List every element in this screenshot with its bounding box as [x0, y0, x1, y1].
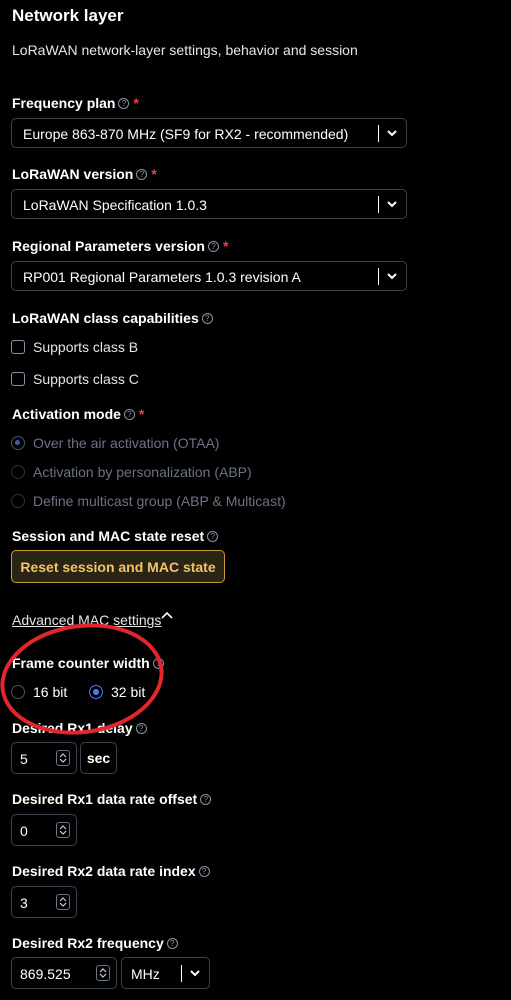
class-capabilities-label: LoRaWAN class capabilities ? [12, 310, 213, 326]
select-separator [378, 125, 379, 142]
help-icon[interactable]: ? [118, 97, 130, 109]
session-reset-label: Session and MAC state reset ? [12, 528, 219, 544]
lorawan-version-label-text: LoRaWAN version [12, 166, 134, 182]
rx2-frequency-value: 869.525 [20, 966, 71, 982]
activation-multicast-label: Define multicast group (ABP & Multicast) [33, 493, 286, 509]
chevron-up-icon[interactable] [160, 610, 174, 620]
help-icon[interactable]: ? [135, 722, 147, 734]
help-icon[interactable]: ? [198, 865, 210, 877]
rx1-delay-input[interactable]: 5 [11, 742, 77, 774]
rx1-dr-offset-input[interactable]: 0 [11, 814, 77, 846]
rx2-dr-index-value: 3 [20, 895, 28, 911]
help-icon[interactable]: ? [136, 168, 148, 180]
page-subtitle: LoRaWAN network-layer settings, behavior… [12, 42, 358, 58]
chevron-down-icon[interactable] [189, 967, 201, 979]
activation-mode-label-text: Activation mode [12, 406, 121, 422]
chevron-down-icon[interactable] [386, 198, 398, 210]
chevron-down-icon[interactable] [386, 127, 398, 139]
help-icon[interactable]: ? [166, 937, 178, 949]
rx1-delay-value: 5 [20, 751, 28, 767]
rx1-dr-offset-label: Desired Rx1 data rate offset ? [12, 791, 212, 807]
activation-otaa-option[interactable]: Over the air activation (OTAA) [11, 435, 219, 451]
rx2-dr-index-label-text: Desired Rx2 data rate index [12, 863, 196, 879]
select-separator [378, 196, 379, 213]
class-b-checkbox-row[interactable]: Supports class B [11, 339, 138, 355]
activation-abp-radio[interactable] [11, 465, 25, 479]
help-icon[interactable]: ? [207, 240, 219, 252]
rx2-frequency-unit-select[interactable]: MHz [121, 957, 210, 989]
stepper-icon[interactable] [56, 822, 70, 838]
class-capabilities-label-text: LoRaWAN class capabilities [12, 310, 199, 326]
activation-otaa-radio[interactable] [11, 436, 25, 450]
rx1-delay-unit: sec [80, 742, 117, 774]
rx2-frequency-input[interactable]: 869.525 [11, 957, 117, 989]
rx1-dr-offset-label-text: Desired Rx1 data rate offset [12, 791, 198, 807]
stepper-icon[interactable] [96, 965, 110, 981]
class-c-label: Supports class C [33, 371, 139, 387]
frequency-plan-select[interactable]: Europe 863-870 MHz (SF9 for RX2 - recomm… [11, 118, 407, 148]
help-icon[interactable]: ? [201, 312, 213, 324]
activation-abp-option[interactable]: Activation by personalization (ABP) [11, 464, 252, 480]
frequency-plan-label-text: Frequency plan [12, 95, 116, 111]
lorawan-version-label: LoRaWAN version ? * [12, 166, 157, 182]
activation-abp-label: Activation by personalization (ABP) [33, 464, 252, 480]
help-icon[interactable]: ? [207, 530, 219, 542]
rx1-dr-offset-value: 0 [20, 823, 28, 839]
required-marker: * [151, 166, 157, 182]
stepper-icon[interactable] [56, 894, 70, 910]
select-separator [181, 965, 182, 982]
regional-params-value: RP001 Regional Parameters 1.0.3 revision… [23, 269, 301, 285]
activation-multicast-radio[interactable] [11, 494, 25, 508]
rx2-dr-index-label: Desired Rx2 data rate index ? [12, 863, 210, 879]
select-separator [378, 268, 379, 285]
rx2-dr-index-input[interactable]: 3 [11, 886, 77, 918]
session-reset-label-text: Session and MAC state reset [12, 528, 205, 544]
regional-params-label: Regional Parameters version ? * [12, 238, 228, 254]
reset-session-button[interactable]: Reset session and MAC state [11, 550, 225, 583]
lorawan-version-value: LoRaWAN Specification 1.0.3 [23, 197, 207, 213]
class-c-checkbox-row[interactable]: Supports class C [11, 371, 139, 387]
chevron-down-icon[interactable] [386, 270, 398, 282]
activation-otaa-label: Over the air activation (OTAA) [33, 435, 220, 451]
activation-mode-label: Activation mode ? * [12, 406, 144, 422]
required-marker: * [138, 406, 145, 422]
frequency-plan-value: Europe 863-870 MHz (SF9 for RX2 - recomm… [23, 126, 349, 142]
regional-params-label-text: Regional Parameters version [12, 238, 205, 254]
required-marker: * [133, 95, 139, 111]
class-b-checkbox[interactable] [11, 340, 25, 354]
regional-params-select[interactable]: RP001 Regional Parameters 1.0.3 revision… [11, 261, 407, 291]
rx2-frequency-label: Desired Rx2 frequency ? [12, 935, 178, 951]
help-icon[interactable]: ? [200, 793, 212, 805]
frequency-plan-label: Frequency plan ? * [12, 95, 139, 111]
stepper-icon[interactable] [56, 750, 70, 766]
lorawan-version-select[interactable]: LoRaWAN Specification 1.0.3 [11, 189, 407, 219]
rx2-frequency-unit: MHz [131, 966, 160, 982]
rx2-frequency-label-text: Desired Rx2 frequency [12, 935, 164, 951]
required-marker: * [222, 238, 229, 254]
class-b-label: Supports class B [33, 339, 139, 355]
activation-multicast-option[interactable]: Define multicast group (ABP & Multicast) [11, 493, 286, 509]
help-icon[interactable]: ? [123, 408, 135, 420]
page-title: Network layer [12, 6, 124, 25]
class-c-checkbox[interactable] [11, 372, 25, 386]
